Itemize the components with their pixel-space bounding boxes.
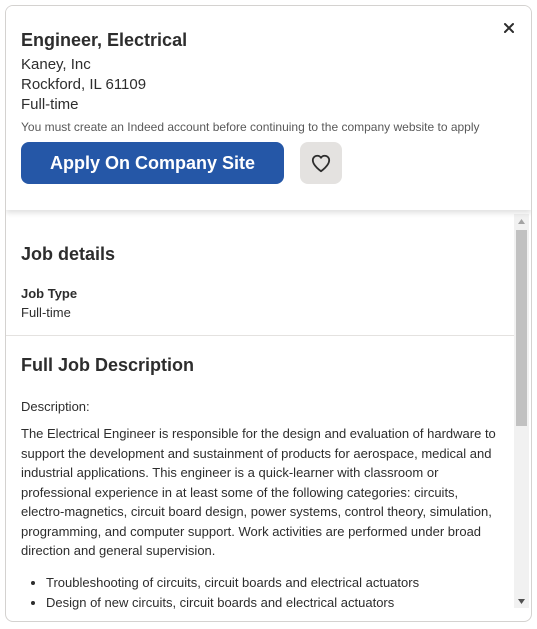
content-scrollbar[interactable] [514, 214, 529, 608]
close-icon [504, 23, 514, 33]
job-type-value: Full-time [21, 305, 71, 320]
arrow-up-icon [518, 218, 525, 224]
job-title: Engineer, Electrical [21, 30, 188, 50]
close-button[interactable] [501, 20, 517, 36]
description-label: Description: [21, 399, 90, 414]
apply-button[interactable]: Apply On Company Site [21, 142, 284, 184]
scroll-thumb[interactable] [516, 230, 527, 426]
arrow-down-icon [518, 598, 525, 604]
job-description-section: Full Job Description Description: The El… [6, 337, 516, 621]
job-header: Engineer, Electrical Kaney, Inc Rockford… [6, 6, 531, 210]
apply-notice: You must create an Indeed account before… [21, 120, 480, 134]
job-details-heading: Job details [21, 244, 116, 264]
job-description-heading: Full Job Description [21, 355, 195, 375]
scroll-up-button[interactable] [514, 214, 529, 228]
job-details-section: Job details Job Type Full-time [6, 210, 516, 336]
description-paragraph: The Electrical Engineer is responsible f… [21, 426, 496, 558]
job-content: Job details Job Type Full-time Full Job … [6, 210, 516, 621]
company-name[interactable]: Kaney, Inc [21, 56, 91, 73]
job-type: Full-time [21, 96, 79, 113]
list-item: Troubleshooting of circuits, circuit boa… [46, 573, 516, 593]
job-location: Rockford, IL 61109 [21, 76, 147, 93]
scroll-down-button[interactable] [514, 594, 529, 608]
job-type-label: Job Type [21, 286, 78, 301]
heart-icon [311, 154, 331, 173]
job-detail-panel: Engineer, Electrical Kaney, Inc Rockford… [5, 5, 532, 622]
list-item: Design of new circuits, circuit boards a… [46, 593, 516, 613]
description-bullets: Troubleshooting of circuits, circuit boa… [21, 573, 516, 612]
save-job-button[interactable] [300, 142, 342, 184]
